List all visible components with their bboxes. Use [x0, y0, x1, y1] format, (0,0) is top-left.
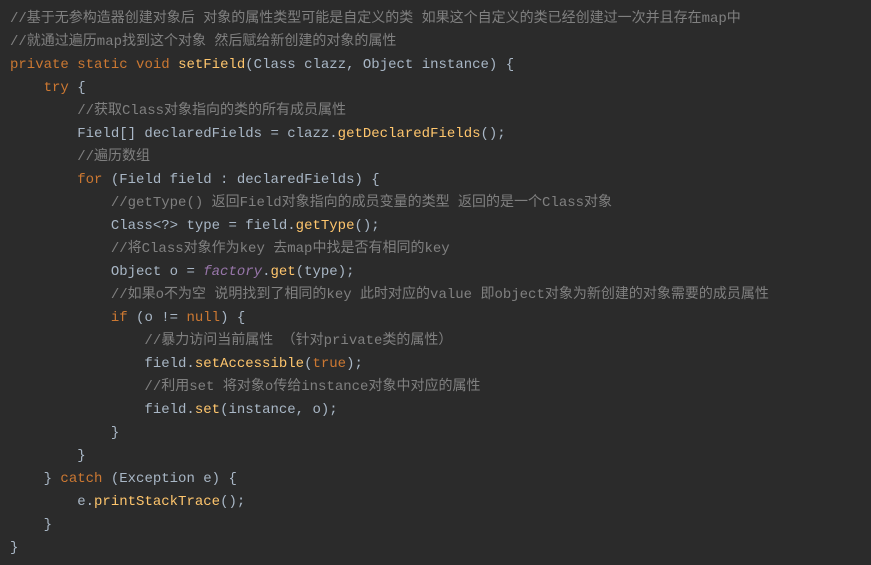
code-line: field.set(instance, o);	[10, 402, 338, 418]
code-text: field.	[144, 402, 194, 418]
code-text: }	[10, 540, 18, 556]
code-text: }	[111, 425, 119, 441]
method-call: get	[270, 264, 295, 280]
code-line: }	[10, 517, 52, 533]
method-call: set	[195, 402, 220, 418]
keyword-if: if	[111, 310, 128, 326]
code-text: (o !=	[128, 310, 187, 326]
code-line: //基于无参构造器创建对象后 对象的属性类型可能是自定义的类 如果这个自定义的类…	[10, 11, 741, 27]
method-name: setField	[178, 57, 245, 73]
code-editor[interactable]: //基于无参构造器创建对象后 对象的属性类型可能是自定义的类 如果这个自定义的类…	[0, 0, 871, 565]
code-line: Field[] declaredFields = clazz.getDeclar…	[10, 126, 506, 142]
code-text: (Class clazz, Object instance) {	[245, 57, 514, 73]
code-line: Object o = factory.get(type);	[10, 264, 355, 280]
code-line: }	[10, 448, 86, 464]
method-call: getDeclaredFields	[338, 126, 481, 142]
code-text: (instance, o);	[220, 402, 338, 418]
code-text: Class<?> type = field.	[111, 218, 296, 234]
keyword-void: void	[136, 57, 170, 73]
comment: //将Class对象作为key 去map中找是否有相同的key	[111, 241, 450, 257]
comment: //遍历数组	[77, 149, 150, 165]
keyword-for: for	[77, 172, 102, 188]
code-line: private static void setField(Class clazz…	[10, 57, 514, 73]
code-text: }	[44, 517, 52, 533]
field-ref: factory	[203, 264, 262, 280]
code-text: Object o =	[111, 264, 203, 280]
comment: //利用set 将对象o传给instance对象中对应的属性	[144, 379, 480, 395]
keyword-private: private	[10, 57, 69, 73]
comment: //getType() 返回Field对象指向的成员变量的类型 返回的是一个Cl…	[111, 195, 612, 211]
comment: //就通过遍历map找到这个对象 然后赋给新创建的对象的属性	[10, 34, 396, 50]
code-text: ();	[481, 126, 506, 142]
code-line: //将Class对象作为key 去map中找是否有相同的key	[10, 241, 450, 257]
code-text: Field[] declaredFields = clazz.	[77, 126, 337, 142]
code-line: e.printStackTrace();	[10, 494, 245, 510]
code-line: if (o != null) {	[10, 310, 245, 326]
code-text: (type);	[296, 264, 355, 280]
code-text: ) {	[220, 310, 245, 326]
method-call: getType	[296, 218, 355, 234]
code-text: (Exception e) {	[102, 471, 236, 487]
code-line: //如果o不为空 说明找到了相同的key 此时对应的value 即object对…	[10, 287, 769, 303]
code-line: //遍历数组	[10, 149, 150, 165]
keyword-static: static	[77, 57, 127, 73]
code-text: {	[69, 80, 86, 96]
code-text: ();	[220, 494, 245, 510]
code-line: //获取Class对象指向的类的所有成员属性	[10, 103, 346, 119]
code-line: }	[10, 425, 119, 441]
comment: //基于无参构造器创建对象后 对象的属性类型可能是自定义的类 如果这个自定义的类…	[10, 11, 741, 27]
code-line: }	[10, 540, 18, 556]
keyword-null: null	[186, 310, 220, 326]
method-call: setAccessible	[195, 356, 304, 372]
code-line: try {	[10, 80, 86, 96]
code-text: }	[44, 471, 52, 487]
code-line: for (Field field : declaredFields) {	[10, 172, 380, 188]
code-line: field.setAccessible(true);	[10, 356, 363, 372]
keyword-true: true	[312, 356, 346, 372]
comment: //获取Class对象指向的类的所有成员属性	[77, 103, 346, 119]
comment: //如果o不为空 说明找到了相同的key 此时对应的value 即object对…	[111, 287, 769, 303]
code-line: //就通过遍历map找到这个对象 然后赋给新创建的对象的属性	[10, 34, 396, 50]
code-line: } catch (Exception e) {	[10, 471, 237, 487]
code-text: (Field field : declaredFields) {	[102, 172, 379, 188]
code-line: //暴力访问当前属性 （针对private类的属性）	[10, 333, 452, 349]
code-text: );	[346, 356, 363, 372]
code-text: field.	[144, 356, 194, 372]
keyword-try: try	[44, 80, 69, 96]
code-line: Class<?> type = field.getType();	[10, 218, 380, 234]
comment: //暴力访问当前属性 （针对private类的属性）	[144, 333, 452, 349]
code-text: e.	[77, 494, 94, 510]
code-text: }	[77, 448, 85, 464]
method-call: printStackTrace	[94, 494, 220, 510]
keyword-catch: catch	[60, 471, 102, 487]
code-text: ();	[354, 218, 379, 234]
code-line: //getType() 返回Field对象指向的成员变量的类型 返回的是一个Cl…	[10, 195, 612, 211]
code-line: //利用set 将对象o传给instance对象中对应的属性	[10, 379, 480, 395]
